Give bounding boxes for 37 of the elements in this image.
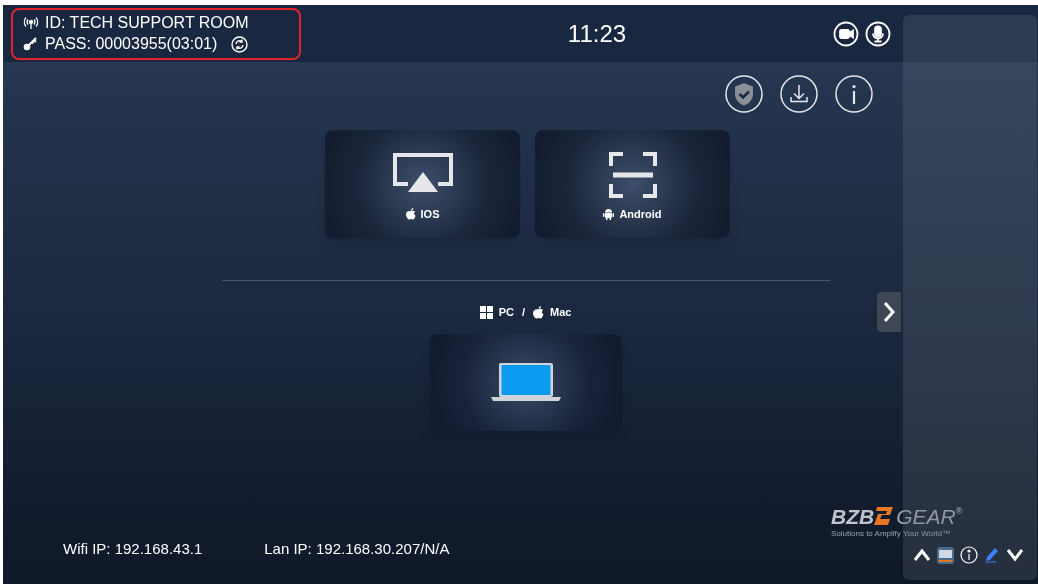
pen-icon[interactable] xyxy=(984,546,1000,564)
chevron-down-icon[interactable] xyxy=(1006,548,1024,562)
android-icon xyxy=(603,208,615,220)
windows-icon xyxy=(479,305,493,319)
pc-label: PC xyxy=(498,305,514,320)
refresh-icon[interactable] xyxy=(231,35,249,53)
ios-cast-card[interactable]: IOS xyxy=(325,130,520,238)
pc-cast-card[interactable] xyxy=(429,333,622,431)
scan-frame-icon xyxy=(608,151,657,198)
platform-label: IOS xyxy=(420,206,440,222)
clock-time: 11:23 xyxy=(567,18,627,49)
mac-label: Mac xyxy=(549,305,572,320)
android-cast-card[interactable]: Android xyxy=(535,130,730,238)
brand-logo-text: BZB xyxy=(831,505,875,529)
apple-icon xyxy=(405,208,416,220)
apple-icon xyxy=(532,305,544,319)
brand-logo-text: GEAR xyxy=(896,505,956,529)
shield-check-icon[interactable] xyxy=(725,75,763,113)
lan-ip: Lan IP: 192.168.30.207/N/A xyxy=(264,538,450,559)
download-icon[interactable] xyxy=(780,75,818,113)
laptop-icon xyxy=(490,362,561,402)
platform-label: Android xyxy=(619,206,662,222)
microphone-icon[interactable] xyxy=(865,20,891,47)
key-icon xyxy=(23,37,39,51)
separator-slash: / xyxy=(521,305,525,320)
logo-tagline: Solutions to Amplify Your World™ xyxy=(831,528,951,540)
whiteboard-app-icon[interactable] xyxy=(937,546,954,564)
registered-mark: ® xyxy=(955,505,963,516)
signal-icon xyxy=(23,16,39,30)
room-id: ID: TECH SUPPORT ROOM xyxy=(45,13,249,33)
chevron-right-icon xyxy=(883,301,895,323)
video-icon[interactable] xyxy=(833,20,859,47)
info-icon[interactable] xyxy=(835,75,873,113)
expand-arrow-button[interactable] xyxy=(877,292,901,332)
password: PASS: 00003955(03:01) xyxy=(45,34,218,54)
wifi-ip: Wifi IP: 192.168.43.1 xyxy=(63,538,203,559)
chevron-up-icon[interactable] xyxy=(913,548,931,562)
